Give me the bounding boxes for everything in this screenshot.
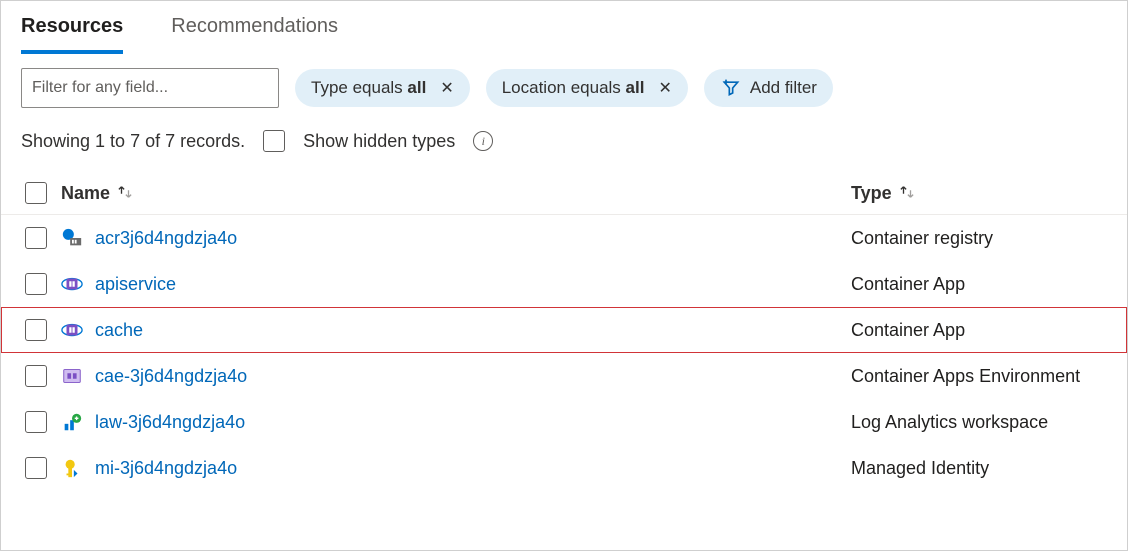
row-checkbox[interactable] (25, 365, 47, 387)
cell-type: Container registry (851, 228, 993, 249)
info-icon[interactable]: i (473, 131, 493, 151)
column-header-type[interactable]: Type (851, 183, 914, 204)
filter-input[interactable] (21, 68, 279, 108)
sort-icon (900, 183, 914, 204)
resource-icon (61, 411, 83, 433)
row-checkbox[interactable] (25, 273, 47, 295)
column-label: Type (851, 183, 892, 204)
show-hidden-label: Show hidden types (303, 131, 455, 152)
cell-name: acr3j6d4ngdzja4o (61, 227, 851, 249)
column-header-name[interactable]: Name (61, 183, 851, 204)
tab-recommendations[interactable]: Recommendations (171, 15, 338, 54)
cell-name: apiservice (61, 273, 851, 295)
add-filter-icon (720, 77, 742, 99)
row-checkbox[interactable] (25, 457, 47, 479)
filter-bar: Type equals all ✕ Location equals all ✕ … (1, 54, 1127, 108)
cell-name: cae-3j6d4ngdzja4o (61, 365, 851, 387)
sort-icon (118, 183, 132, 204)
resource-icon (61, 319, 83, 341)
add-filter-button[interactable]: Add filter (704, 69, 833, 107)
resource-link[interactable]: mi-3j6d4ngdzja4o (95, 458, 237, 479)
cell-type: Container App (851, 274, 965, 295)
resource-icon (61, 227, 83, 249)
cell-type: Managed Identity (851, 458, 989, 479)
table-row: law-3j6d4ngdzja4o Log Analytics workspace (1, 399, 1127, 445)
add-filter-label: Add filter (750, 78, 817, 98)
row-checkbox[interactable] (25, 227, 47, 249)
resource-link[interactable]: cache (95, 320, 143, 341)
table-row: cae-3j6d4ngdzja4o Container Apps Environm… (1, 353, 1127, 399)
record-count: Showing 1 to 7 of 7 records. (21, 131, 245, 152)
select-all-checkbox[interactable] (25, 182, 47, 204)
resource-link[interactable]: cae-3j6d4ngdzja4o (95, 366, 247, 387)
table-row: acr3j6d4ngdzja4o Container registry (1, 215, 1127, 261)
filter-pill-label: Location equals all (502, 78, 645, 98)
resources-panel: Resources Recommendations Type equals al… (0, 0, 1128, 551)
filter-pill-label: Type equals all (311, 78, 426, 98)
tab-resources[interactable]: Resources (21, 15, 123, 54)
show-hidden-checkbox[interactable] (263, 130, 285, 152)
row-checkbox[interactable] (25, 319, 47, 341)
cell-type: Container App (851, 320, 965, 341)
cell-type: Container Apps Environment (851, 366, 1080, 387)
tab-bar: Resources Recommendations (1, 1, 1127, 54)
resource-link[interactable]: acr3j6d4ngdzja4o (95, 228, 237, 249)
close-icon[interactable]: ✕ (658, 78, 671, 98)
table-row: cache Container App (1, 307, 1127, 353)
table-row: mi-3j6d4ngdzja4o Managed Identity (1, 445, 1127, 491)
resource-link[interactable]: apiservice (95, 274, 176, 295)
resource-icon (61, 365, 83, 387)
status-bar: Showing 1 to 7 of 7 records. Show hidden… (1, 108, 1127, 152)
filter-pill-type[interactable]: Type equals all ✕ (295, 69, 470, 107)
row-checkbox[interactable] (25, 411, 47, 433)
resource-link[interactable]: law-3j6d4ngdzja4o (95, 412, 245, 433)
cell-name: cache (61, 319, 851, 341)
close-icon[interactable]: ✕ (440, 78, 453, 98)
cell-name: law-3j6d4ngdzja4o (61, 411, 851, 433)
cell-name: mi-3j6d4ngdzja4o (61, 457, 851, 479)
table-header: Name Type (1, 152, 1127, 215)
cell-type: Log Analytics workspace (851, 412, 1048, 433)
resource-icon (61, 273, 83, 295)
table-row: apiservice Container App (1, 261, 1127, 307)
column-label: Name (61, 183, 110, 204)
table-body: acr3j6d4ngdzja4o Container registry apiser… (1, 215, 1127, 491)
filter-pill-location[interactable]: Location equals all ✕ (486, 69, 688, 107)
resource-icon (61, 457, 83, 479)
